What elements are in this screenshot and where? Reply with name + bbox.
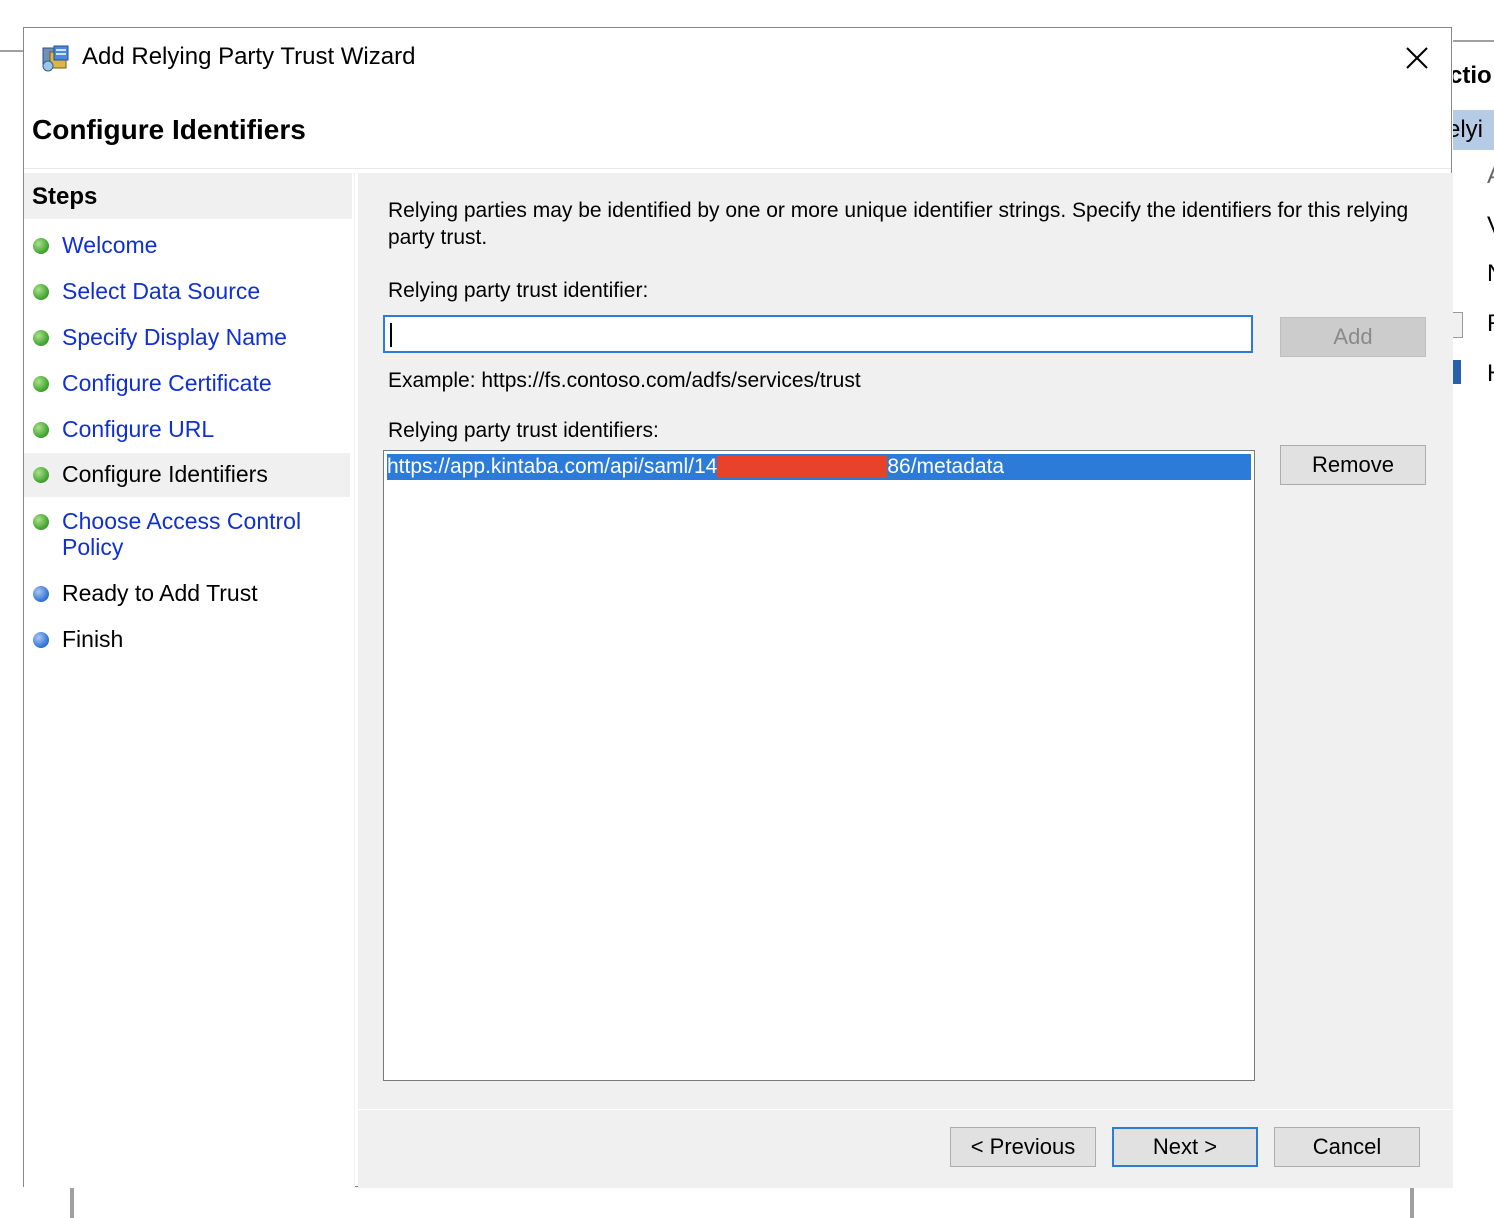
step-choose-access-control-policy[interactable]: Choose Access Control Policy [24,504,350,564]
step-pending-icon [33,586,49,602]
step-label: Finish [62,626,124,652]
step-complete-icon [33,284,49,300]
step-label: Select Data Source [62,278,261,304]
background-actions-header: ctio [1453,62,1492,89]
header-divider [24,168,1451,169]
step-ready-to-add-trust: Ready to Add Trust [24,576,350,612]
step-label: Configure Certificate [62,370,272,396]
step-label: Specify Display Name [62,324,287,350]
title-bar[interactable]: Add Relying Party Trust Wizard [24,28,1451,88]
close-icon[interactable] [1397,38,1437,78]
steps-header: Steps [24,173,352,219]
step-configure-identifiers: Configure Identifiers [24,453,350,497]
wizard-dialog: Add Relying Party Trust Wizard Configure… [23,27,1453,1188]
list-item[interactable]: https://app.kintaba.com/api/saml/14 86/me… [387,454,1251,480]
step-complete-icon [33,376,49,392]
step-complete-icon [33,238,49,254]
step-welcome[interactable]: Welcome [24,228,350,264]
background-action-row[interactable]: N [1487,260,1494,288]
identifiers-list-label: Relying party trust identifiers: [388,419,659,442]
background-selected-item[interactable]: elyi [1453,110,1494,150]
background-window-edge [70,1188,74,1218]
step-specify-display-name[interactable]: Specify Display Name [24,320,350,356]
footer-divider [358,1109,1453,1110]
previous-button[interactable]: < Previous [950,1127,1096,1167]
content-panel: Relying parties may be identified by one… [358,173,1453,1188]
step-label: Configure URL [62,416,215,442]
background-selected-label: elyi [1453,116,1484,143]
background-action-row[interactable]: H [1487,360,1494,388]
document-icon [1453,312,1463,338]
step-finish: Finish [24,622,350,658]
background-actions-pane: ctio elyi A V N R H [1453,40,1494,1218]
page-title: Configure Identifiers [32,114,306,145]
identifiers-list[interactable]: https://app.kintaba.com/api/saml/14 86/me… [383,450,1255,1081]
step-label: Ready to Add Trust [62,580,258,606]
page-description: Relying parties may be identified by one… [388,199,1409,249]
step-label-continued: Policy [62,534,124,560]
add-button[interactable]: Add [1280,317,1426,357]
steps-title: Steps [32,183,98,210]
background-action-row[interactable]: A [1487,162,1494,190]
step-label: Configure Identifiers [62,461,268,487]
background-window-edge [1410,1188,1414,1218]
step-complete-icon [33,467,49,483]
step-configure-certificate[interactable]: Configure Certificate [24,366,350,402]
step-pending-icon [33,632,49,648]
text-caret [390,323,392,347]
next-button[interactable]: Next > [1112,1127,1258,1167]
help-icon [1453,360,1461,384]
identifier-input[interactable] [383,315,1253,353]
step-label: Choose Access Control [62,508,302,534]
identifier-prefix: https://app.kintaba.com/api/saml/14 [387,455,718,478]
step-configure-url[interactable]: Configure URL [24,412,350,448]
remove-button[interactable]: Remove [1280,445,1426,485]
cancel-button[interactable]: Cancel [1274,1127,1420,1167]
background-window-edge [0,50,24,52]
background-action-row[interactable]: V [1487,212,1494,240]
identifier-suffix: 86/metadata [887,455,1005,478]
example-text: Example: https://fs.contoso.com/adfs/ser… [388,369,861,392]
background-action-row[interactable]: R [1487,310,1494,338]
window-title: Add Relying Party Trust Wizard [82,43,416,70]
step-complete-icon [33,514,49,530]
step-complete-icon [33,330,49,346]
redaction-block [717,456,888,479]
identifier-label: Relying party trust identifier: [388,279,649,302]
background-pane-border [1453,40,1494,42]
step-label: Welcome [62,232,158,258]
step-complete-icon [33,422,49,438]
steps-panel: Steps Welcome Select Data Source Specify… [24,173,355,1188]
step-select-data-source[interactable]: Select Data Source [24,274,350,310]
adfs-wizard-icon [42,45,69,72]
